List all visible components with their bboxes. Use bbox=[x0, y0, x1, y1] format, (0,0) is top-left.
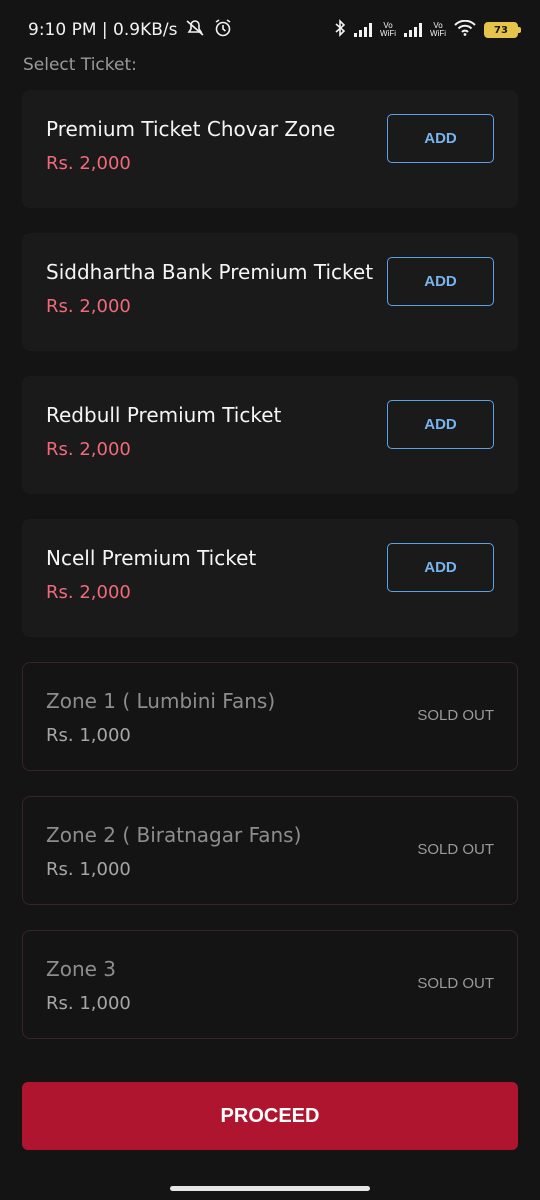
add-button[interactable]: ADD bbox=[387, 543, 494, 592]
add-button[interactable]: ADD bbox=[387, 257, 494, 306]
ticket-price: Rs. 1,000 bbox=[46, 993, 131, 1014]
ticket-card-sold-out: Zone 2 ( Biratnagar Fans) Rs. 1,000 SOLD… bbox=[22, 796, 518, 905]
signal-icon bbox=[354, 23, 372, 37]
status-right: Vo WiFi Vo WiFi 73 bbox=[334, 19, 521, 41]
add-button[interactable]: ADD bbox=[387, 114, 494, 163]
battery-icon: 73 bbox=[484, 22, 521, 38]
ticket-selection-screen: 9:10 PM | 0.9KB/s Vo WiFi Vo WiFi 73 Sel… bbox=[0, 0, 540, 1200]
sold-out-label: SOLD OUT bbox=[417, 841, 494, 858]
battery-level: 73 bbox=[494, 24, 508, 36]
ticket-card-sold-out: Zone 1 ( Lumbini Fans) Rs. 1,000 SOLD OU… bbox=[22, 662, 518, 771]
ticket-card: Siddhartha Bank Premium Ticket Rs. 2,000… bbox=[22, 233, 518, 351]
ticket-name: Siddhartha Bank Premium Ticket bbox=[46, 260, 374, 284]
proceed-button[interactable]: PROCEED bbox=[22, 1082, 518, 1150]
status-bar: 9:10 PM | 0.9KB/s Vo WiFi Vo WiFi 73 bbox=[0, 0, 540, 60]
ticket-name: Zone 1 ( Lumbini Fans) bbox=[46, 689, 276, 713]
ticket-price: Rs. 1,000 bbox=[46, 725, 131, 746]
dnd-off-icon bbox=[185, 19, 205, 42]
ticket-price: Rs. 2,000 bbox=[46, 582, 131, 603]
ticket-card: Ncell Premium Ticket Rs. 2,000 ADD bbox=[22, 519, 518, 637]
sold-out-label: SOLD OUT bbox=[417, 707, 494, 724]
bluetooth-icon bbox=[334, 19, 346, 41]
ticket-name: Zone 2 ( Biratnagar Fans) bbox=[46, 823, 302, 847]
vowifi-label: Vo WiFi bbox=[380, 22, 396, 38]
ticket-name: Ncell Premium Ticket bbox=[46, 546, 257, 570]
ticket-name: Redbull Premium Ticket bbox=[46, 403, 282, 427]
ticket-price: Rs. 2,000 bbox=[46, 153, 131, 174]
sold-out-label: SOLD OUT bbox=[417, 975, 494, 992]
ticket-list: Premium Ticket Chovar Zone Rs. 2,000 ADD… bbox=[22, 90, 518, 1064]
vowifi-label: Vo WiFi bbox=[430, 22, 446, 38]
ticket-price: Rs. 1,000 bbox=[46, 859, 131, 880]
wifi-icon bbox=[454, 19, 476, 40]
ticket-card: Premium Ticket Chovar Zone Rs. 2,000 ADD bbox=[22, 90, 518, 208]
ticket-name: Zone 3 bbox=[46, 957, 116, 981]
vowifi-text: Vo WiFi bbox=[380, 21, 396, 38]
time-speed: 9:10 PM | 0.9KB/s bbox=[28, 20, 178, 40]
home-indicator[interactable] bbox=[170, 1186, 370, 1191]
signal-icon bbox=[404, 23, 422, 37]
vowifi-text: Vo WiFi bbox=[430, 21, 446, 38]
ticket-card: Redbull Premium Ticket Rs. 2,000 ADD bbox=[22, 376, 518, 494]
ticket-card-sold-out: Zone 3 Rs. 1,000 SOLD OUT bbox=[22, 930, 518, 1039]
alarm-icon bbox=[213, 18, 233, 42]
add-button[interactable]: ADD bbox=[387, 400, 494, 449]
ticket-price: Rs. 2,000 bbox=[46, 439, 131, 460]
ticket-price: Rs. 2,000 bbox=[46, 296, 131, 317]
status-left: 9:10 PM | 0.9KB/s bbox=[28, 18, 233, 42]
section-label: Select Ticket: bbox=[23, 55, 137, 75]
ticket-name: Premium Ticket Chovar Zone bbox=[46, 117, 336, 141]
